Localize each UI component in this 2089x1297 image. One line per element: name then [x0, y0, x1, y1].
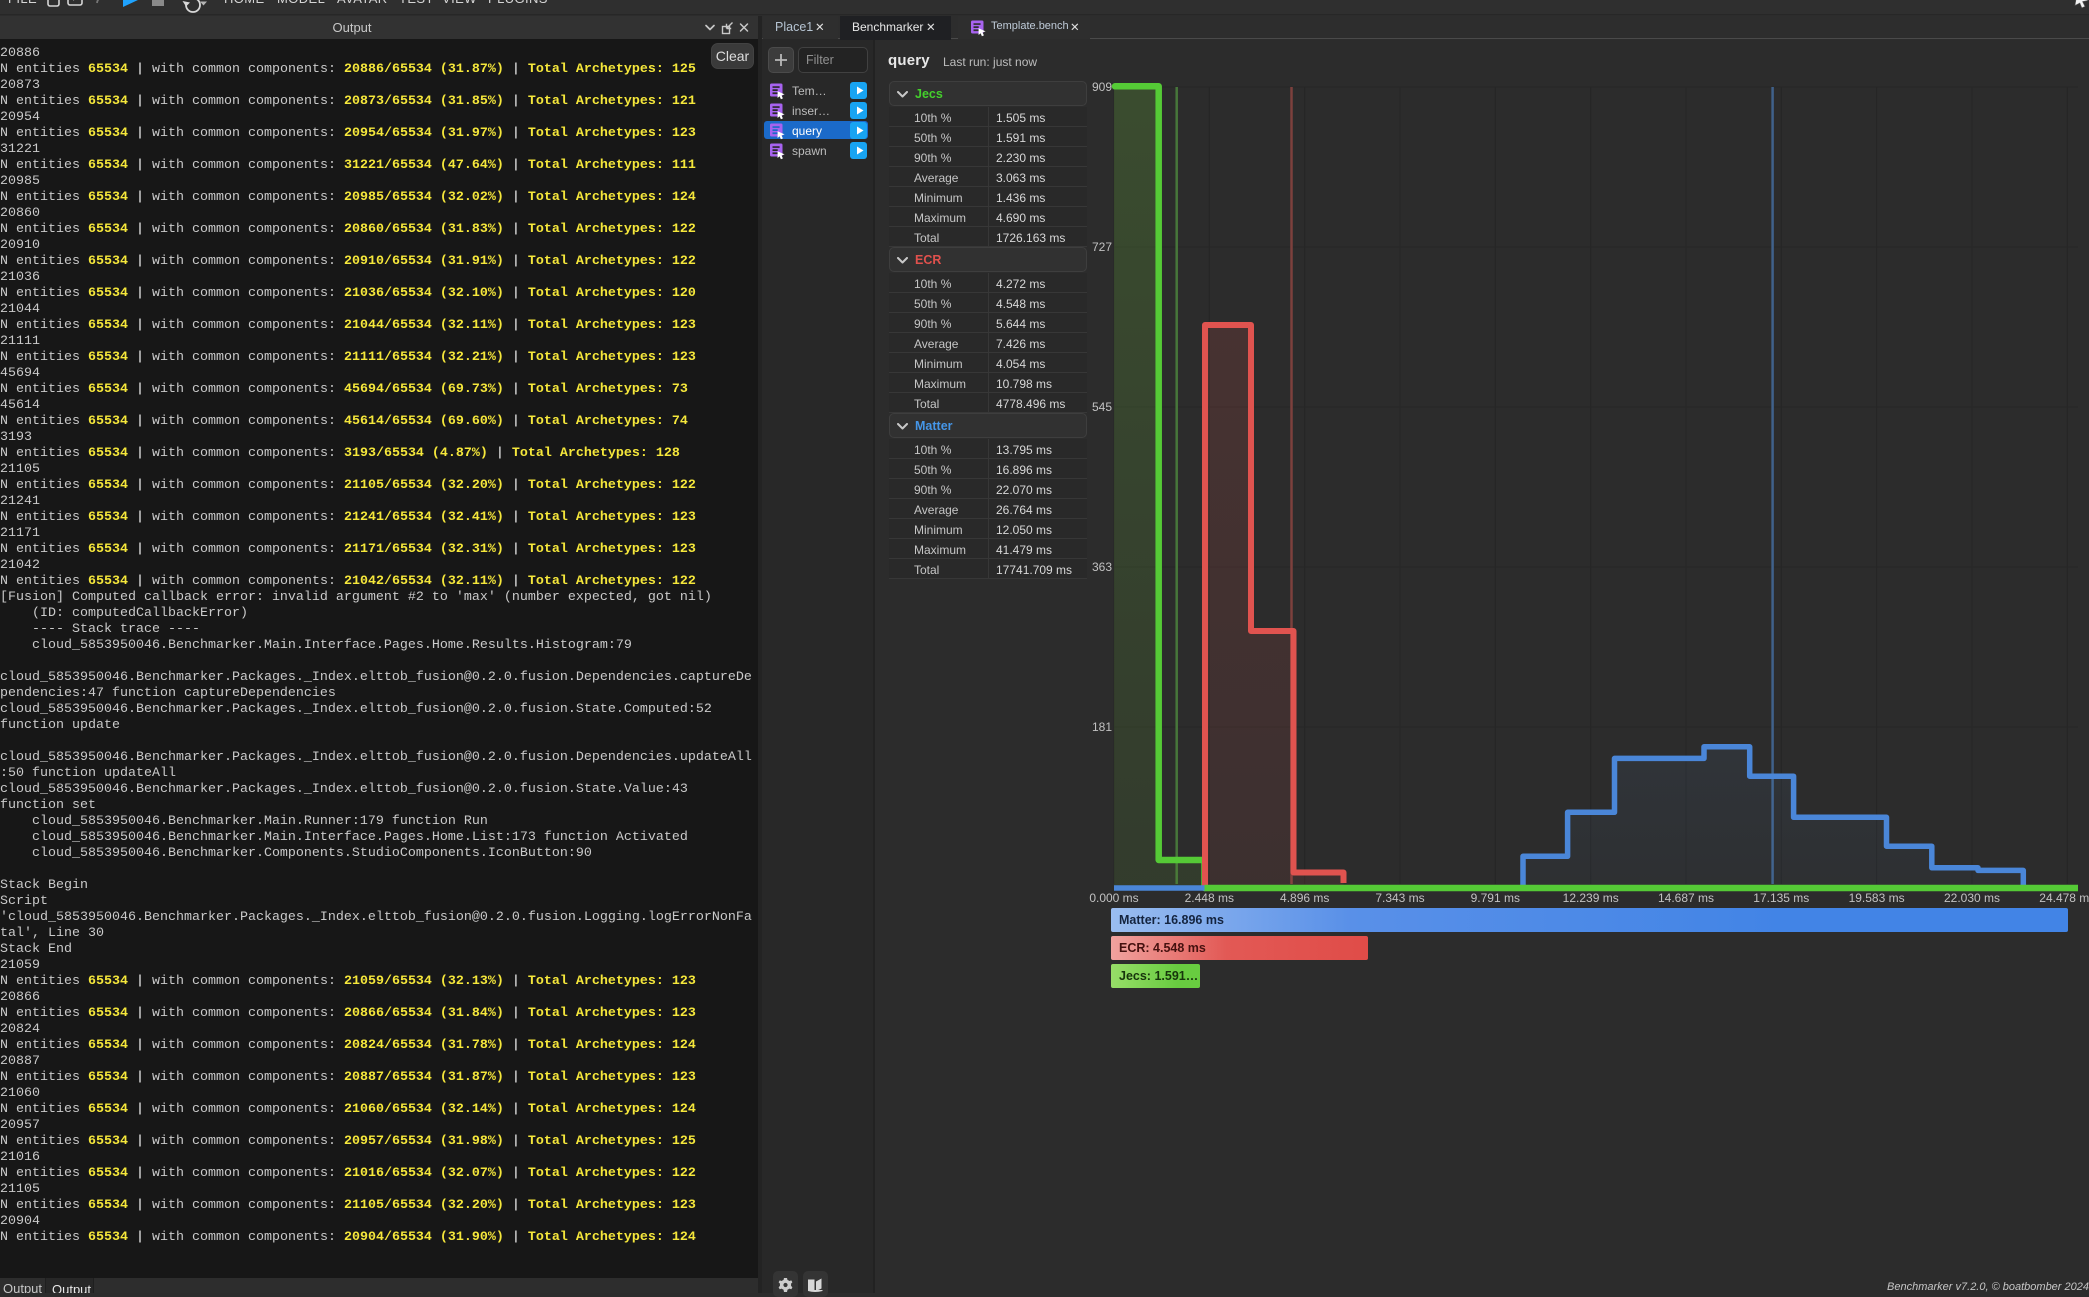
svg-text:545: 545: [1092, 400, 1112, 414]
svg-text:909: 909: [1092, 80, 1112, 94]
svg-text:14.687 ms: 14.687 ms: [1658, 891, 1714, 905]
svg-text:22.030 ms: 22.030 ms: [1944, 891, 2000, 905]
svg-text:9.791 ms: 9.791 ms: [1471, 891, 1520, 905]
svg-text:181: 181: [1092, 720, 1112, 734]
svg-text:727: 727: [1092, 240, 1112, 254]
svg-text:24.478 ms: 24.478 ms: [2039, 891, 2089, 905]
svg-text:4.896 ms: 4.896 ms: [1280, 891, 1329, 905]
svg-text:12.239 ms: 12.239 ms: [1563, 891, 1619, 905]
svg-text:19.583 ms: 19.583 ms: [1849, 891, 1905, 905]
svg-text:17.135 ms: 17.135 ms: [1753, 891, 1809, 905]
svg-text:7.343 ms: 7.343 ms: [1375, 891, 1424, 905]
svg-text:363: 363: [1092, 560, 1112, 574]
svg-text:0.000 ms: 0.000 ms: [1089, 891, 1138, 905]
svg-text:2.448 ms: 2.448 ms: [1185, 891, 1234, 905]
